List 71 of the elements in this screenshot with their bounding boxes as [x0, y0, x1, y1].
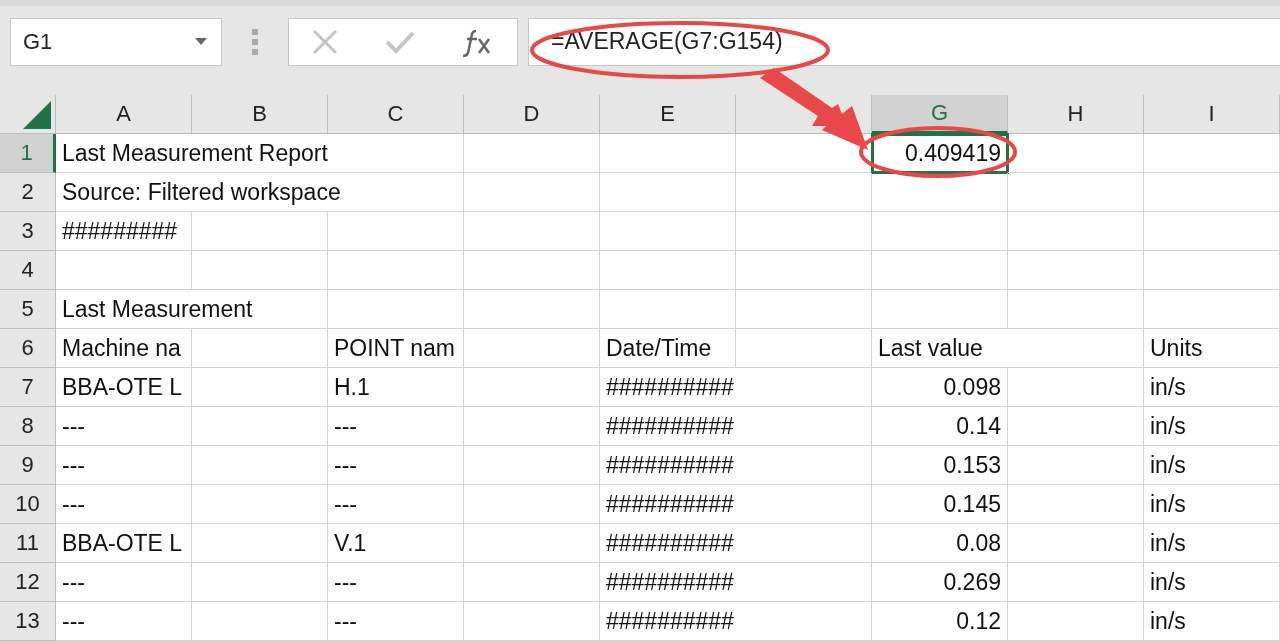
row-header[interactable]: 8	[0, 407, 56, 446]
table-cell: 0.08	[872, 524, 1008, 563]
table-cell: ##########	[600, 407, 872, 446]
row-header[interactable]: 6	[0, 329, 56, 368]
table-cell: in/s	[1144, 368, 1280, 407]
table-cell: ##########	[600, 446, 872, 485]
table-cell: ##########	[600, 524, 872, 563]
row-header[interactable]: 2	[0, 173, 56, 212]
column-header[interactable]: C	[328, 95, 464, 134]
table-cell: Source: Filtered workspace	[56, 173, 464, 212]
table-cell: #########	[56, 212, 192, 251]
cell-reference: G1	[23, 28, 53, 55]
row-header[interactable]: 11	[0, 524, 56, 563]
table-cell: H.1	[328, 368, 464, 407]
table-cell: ---	[328, 485, 464, 524]
row-header[interactable]: 12	[0, 563, 56, 602]
table-cell: ---	[328, 446, 464, 485]
select-all-icon[interactable]	[23, 101, 51, 129]
table-cell: in/s	[1144, 563, 1280, 602]
table-cell: ---	[328, 407, 464, 446]
column-header[interactable]: I	[1144, 95, 1280, 134]
column-header[interactable]: A	[56, 95, 192, 134]
table-cell: BBA-OTE L	[56, 524, 192, 563]
table-cell: POINT nam	[328, 329, 464, 368]
table-cell: V.1	[328, 524, 464, 563]
column-header[interactable]: E	[600, 95, 736, 134]
table-cell: ---	[56, 602, 192, 641]
table-cell: 0.12	[872, 602, 1008, 641]
dropdown-caret-icon	[195, 38, 207, 45]
table-cell: in/s	[1144, 407, 1280, 446]
table-cell: ---	[56, 446, 192, 485]
row-header[interactable]: 5	[0, 290, 56, 329]
table-cell: Machine na	[56, 329, 192, 368]
row-header[interactable]: 3	[0, 212, 56, 251]
row-header[interactable]: 4	[0, 251, 56, 290]
table-cell: in/s	[1144, 602, 1280, 641]
table-cell: ##########	[600, 563, 872, 602]
table-cell: BBA-OTE L	[56, 368, 192, 407]
table-cell: ---	[328, 602, 464, 641]
table-cell: 0.145	[872, 485, 1008, 524]
table-cell: Last Measurement	[56, 290, 328, 329]
table-cell: in/s	[1144, 485, 1280, 524]
row-header[interactable]: 13	[0, 602, 56, 641]
table-cell: Date/Time	[600, 329, 736, 368]
table-cell: 0.098	[872, 368, 1008, 407]
table-cell: in/s	[1144, 446, 1280, 485]
table-cell: ##########	[600, 485, 872, 524]
grip-icon	[252, 28, 258, 55]
table-cell: in/s	[1144, 524, 1280, 563]
column-header[interactable]: H	[1008, 95, 1144, 134]
table-cell: 0.269	[872, 563, 1008, 602]
table-cell: 0.409419	[872, 134, 1008, 173]
table-cell: ---	[328, 563, 464, 602]
row-header[interactable]: 1	[0, 134, 56, 173]
table-cell: ---	[56, 563, 192, 602]
row-header[interactable]: 9	[0, 446, 56, 485]
table-cell: ##########	[600, 602, 872, 641]
table-cell: ##########	[600, 368, 872, 407]
table-cell: Units	[1144, 329, 1280, 368]
formula-bar[interactable]: =AVERAGE(G7:G154)	[528, 17, 1280, 66]
table-cell: ---	[56, 485, 192, 524]
name-box[interactable]: G1	[10, 17, 222, 66]
table-cell: 0.14	[872, 407, 1008, 446]
row-header[interactable]: 7	[0, 368, 56, 407]
table-cell: Last value	[872, 329, 1144, 368]
table-cell: ---	[56, 407, 192, 446]
column-header[interactable]: B	[192, 95, 328, 134]
table-cell: Last Measurement Report	[56, 134, 464, 173]
column-header[interactable]: D	[464, 95, 600, 134]
row-header[interactable]: 10	[0, 485, 56, 524]
table-cell: 0.153	[872, 446, 1008, 485]
